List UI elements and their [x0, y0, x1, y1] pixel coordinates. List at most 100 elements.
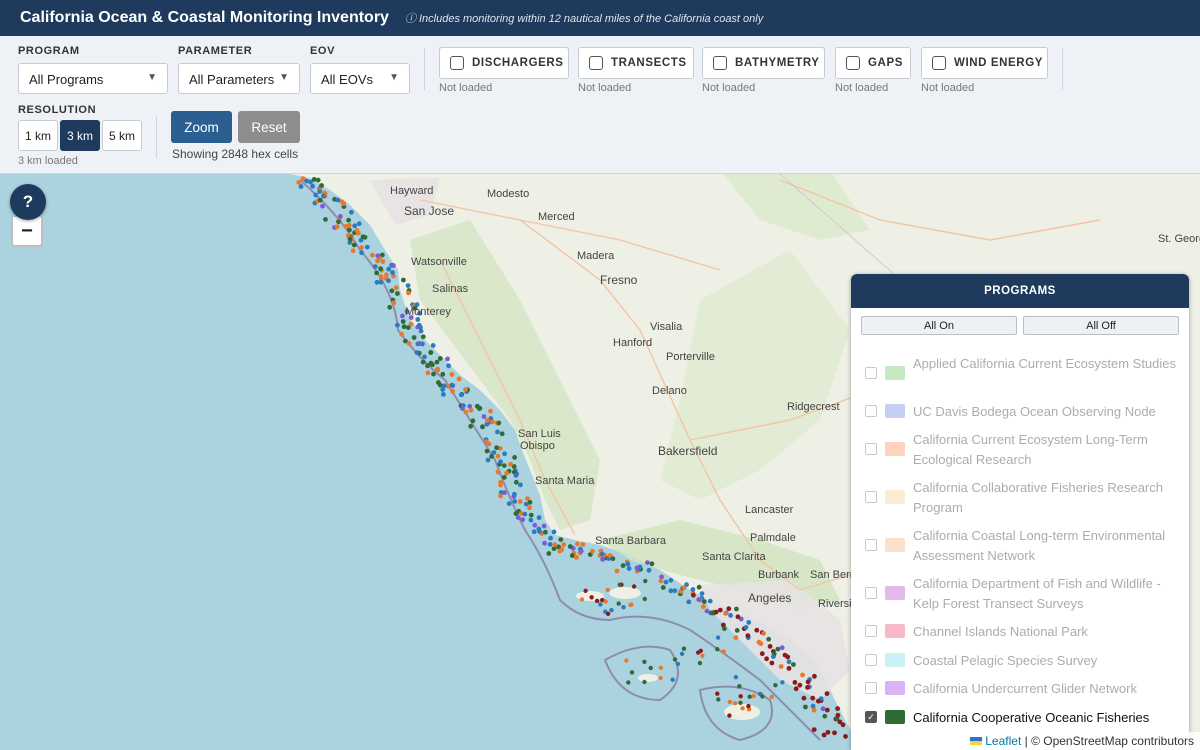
- monitoring-point: [745, 633, 751, 638]
- monitoring-point: [387, 304, 393, 310]
- program-color-swatch: [885, 624, 905, 638]
- monitoring-point: [679, 651, 685, 656]
- layer-toggle-gaps[interactable]: GAPS: [835, 47, 911, 79]
- help-button[interactable]: ?: [10, 184, 46, 220]
- monitoring-point: [660, 585, 666, 590]
- program-checkbox[interactable]: [865, 625, 877, 637]
- monitoring-point: [411, 335, 417, 340]
- layer-toggle-transects[interactable]: TRANSECTS: [578, 47, 694, 79]
- monitoring-point: [648, 665, 653, 671]
- monitoring-point: [840, 722, 846, 728]
- monitoring-point: [532, 522, 538, 528]
- eov-select[interactable]: All EOVs ▼: [310, 63, 410, 94]
- zoom-out-button[interactable]: −: [11, 217, 43, 247]
- program-checkbox[interactable]: [865, 367, 877, 379]
- leaflet-link[interactable]: Leaflet: [985, 734, 1021, 748]
- program-checkbox[interactable]: ✓: [865, 711, 877, 723]
- zoom-button[interactable]: Zoom: [171, 111, 232, 143]
- all-off-button[interactable]: All Off: [1023, 316, 1179, 335]
- city-label: Merced: [538, 211, 575, 223]
- program-select[interactable]: All Programs ▼: [18, 63, 168, 94]
- city-label: Angeles: [748, 591, 791, 605]
- monitoring-point: [670, 677, 675, 682]
- monitoring-point: [317, 197, 323, 203]
- layer-toggle-bathymetry[interactable]: BATHYMETRY: [702, 47, 825, 79]
- monitoring-point: [578, 548, 584, 554]
- monitoring-point: [642, 679, 647, 685]
- monitoring-point: [405, 283, 411, 288]
- monitoring-point: [362, 234, 368, 240]
- program-checkbox[interactable]: [865, 491, 877, 503]
- divider: [424, 48, 425, 90]
- monitoring-point: [642, 596, 647, 602]
- monitoring-point: [701, 599, 707, 604]
- monitoring-point: [746, 620, 752, 625]
- monitoring-point: [590, 548, 595, 554]
- monitoring-point: [626, 566, 632, 571]
- city-label: Watsonville: [411, 256, 467, 268]
- monitoring-point: [349, 209, 354, 215]
- monitoring-point: [672, 657, 678, 662]
- monitoring-point: [298, 184, 304, 189]
- program-name: California Cooperative Oceanic Fisheries: [913, 710, 1150, 725]
- program-name: California Undercurrent Glider Network: [913, 681, 1137, 696]
- monitoring-point: [754, 627, 760, 633]
- monitoring-point: [557, 548, 563, 554]
- monitoring-point: [811, 727, 817, 732]
- monitoring-point: [401, 324, 407, 330]
- monitoring-point: [658, 665, 664, 670]
- resolution-3km-button[interactable]: 3 km: [60, 120, 100, 151]
- monitoring-point: [356, 230, 361, 236]
- monitoring-point: [502, 451, 507, 457]
- resolution-1km-button[interactable]: 1 km: [18, 120, 58, 151]
- city-label: Burbank: [758, 569, 799, 581]
- program-color-swatch: [885, 442, 905, 456]
- city-label: Bakersfield: [658, 444, 717, 458]
- monitoring-point: [547, 542, 553, 547]
- parameter-select[interactable]: All Parameters ▼: [178, 63, 300, 94]
- monitoring-point: [737, 684, 742, 689]
- monitoring-point: [733, 675, 739, 680]
- checkbox-icon: [846, 56, 860, 70]
- monitoring-point: [810, 703, 816, 709]
- program-name: UC Davis Bodega Ocean Observing Node: [913, 404, 1156, 419]
- reset-button[interactable]: Reset: [238, 111, 300, 143]
- monitoring-point: [747, 694, 752, 699]
- layer-toggle-dischargers[interactable]: DISCHARGERS: [439, 47, 569, 79]
- divider: [156, 116, 157, 158]
- monitoring-point: [422, 354, 427, 360]
- monitoring-point: [515, 515, 521, 520]
- monitoring-point: [531, 529, 537, 535]
- monitoring-point: [319, 183, 324, 188]
- resolution-5km-button[interactable]: 5 km: [102, 120, 142, 151]
- monitoring-point: [580, 542, 586, 547]
- program-checkbox[interactable]: [865, 539, 877, 551]
- monitoring-point: [450, 389, 455, 394]
- program-checkbox[interactable]: [865, 443, 877, 455]
- monitoring-point: [764, 656, 769, 662]
- layer-toggle-label: DISCHARGERS: [472, 57, 564, 69]
- monitoring-point: [420, 334, 426, 340]
- program-checkbox[interactable]: [865, 654, 877, 666]
- monitoring-point: [740, 706, 745, 711]
- all-on-button[interactable]: All On: [861, 316, 1017, 335]
- monitoring-point: [793, 686, 799, 692]
- monitoring-point: [338, 214, 343, 219]
- monitoring-point: [463, 387, 468, 392]
- program-checkbox[interactable]: [865, 682, 877, 694]
- parameter-label: PARAMETER: [178, 45, 253, 57]
- monitoring-point: [517, 499, 523, 504]
- monitoring-point: [551, 546, 557, 552]
- monitoring-point: [401, 277, 406, 283]
- monitoring-point: [551, 529, 557, 535]
- monitoring-point: [513, 473, 519, 478]
- program-color-swatch: [885, 681, 905, 695]
- layer-toggle-wind-energy[interactable]: WIND ENERGY: [921, 47, 1048, 79]
- monitoring-point: [734, 606, 739, 612]
- program-checkbox[interactable]: [865, 405, 877, 417]
- monitoring-point: [672, 588, 678, 594]
- monitoring-point: [375, 253, 381, 259]
- monitoring-point: [378, 279, 384, 285]
- program-checkbox[interactable]: [865, 587, 877, 599]
- program-name: California Current Ecosystem Long-Term E…: [913, 432, 1148, 467]
